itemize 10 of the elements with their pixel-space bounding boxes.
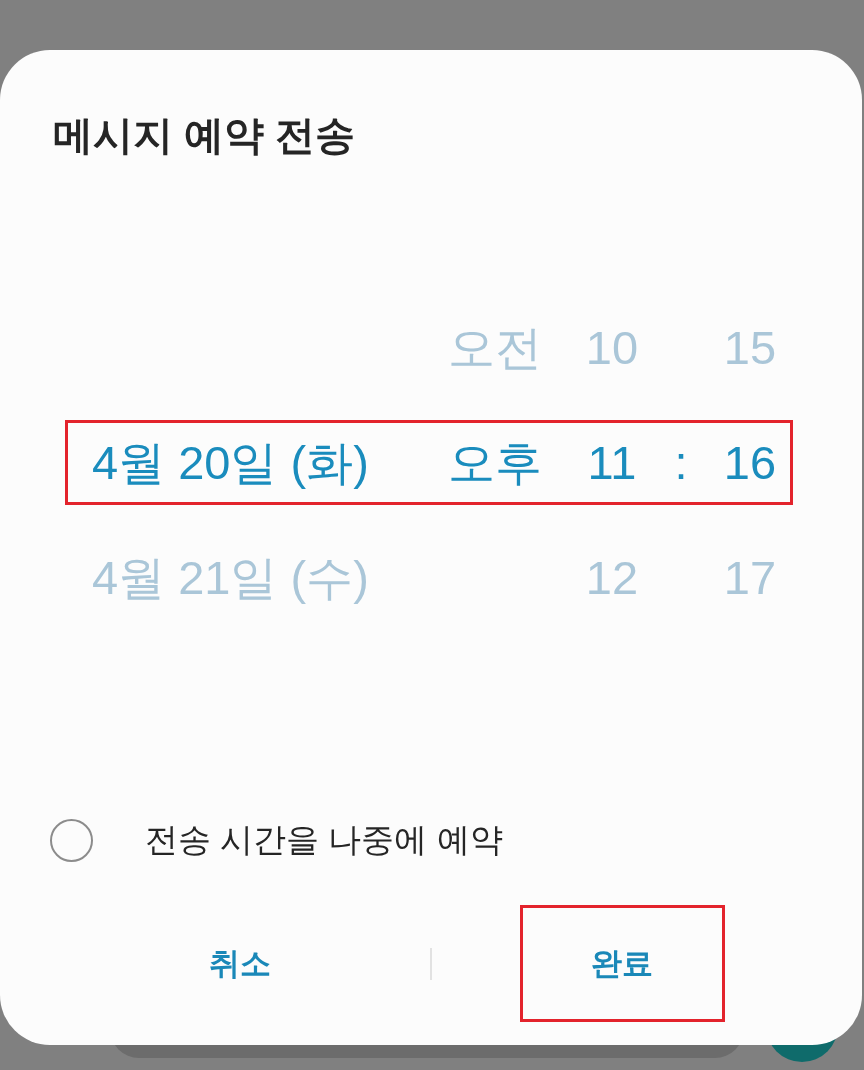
picker-minute[interactable]: 16 [723,434,777,491]
picker-date[interactable]: 4월 20일 (화) [92,434,369,491]
radio-button[interactable] [50,818,93,862]
cancel-button[interactable]: 취소 [137,905,343,1022]
time-separator: : [674,434,688,491]
done-button[interactable]: 완료 [519,905,725,1022]
picker-hour[interactable]: 11 [587,434,637,491]
picker-period[interactable]: 오후 [448,434,542,491]
option-label[interactable]: 전송 시간을 나중에 예약 [145,818,503,862]
dialog-title: 메시지 예약 전송 [53,112,356,159]
